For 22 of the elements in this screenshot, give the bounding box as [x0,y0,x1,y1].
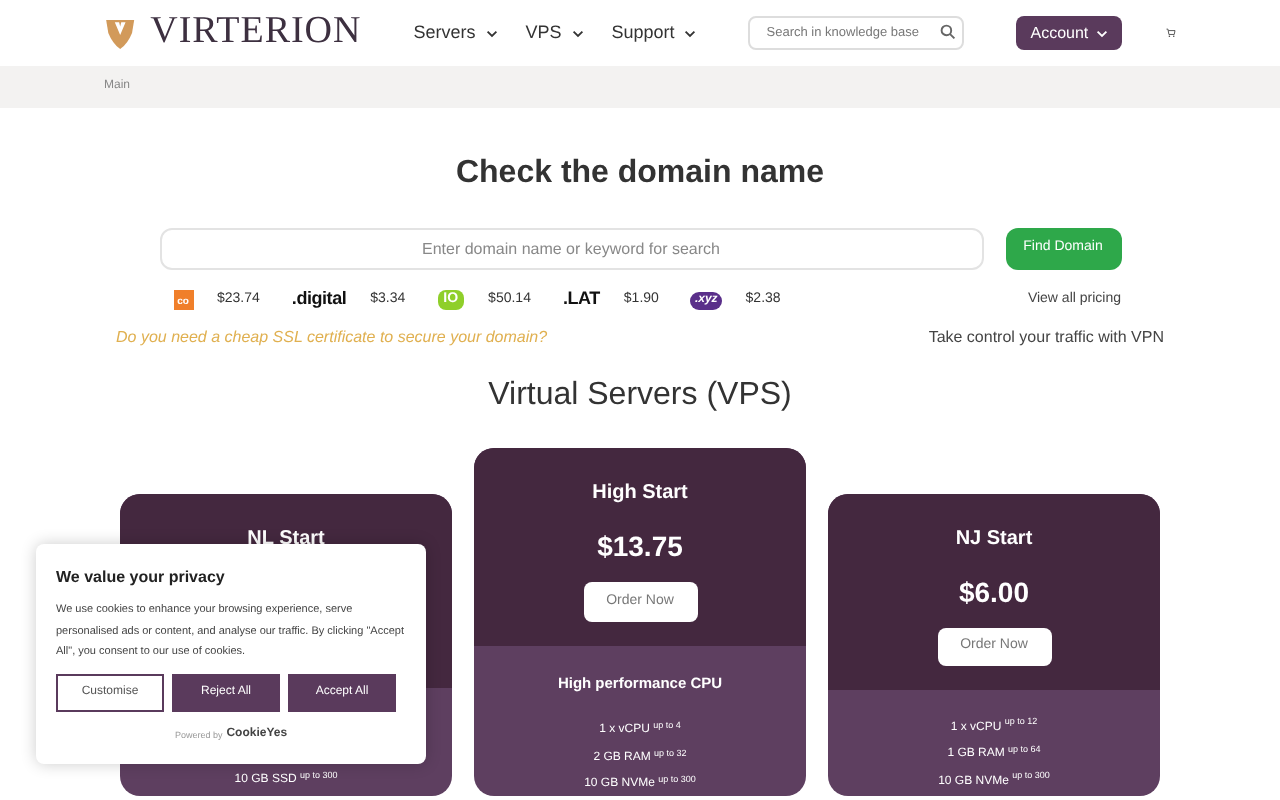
plan-name: NJ Start [955,526,1033,554]
plan-price: $13.75 [597,528,683,566]
caret-icon [485,29,498,37]
domain-search-field[interactable]: Enter domain name or keyword for search [159,228,983,270]
nav-menu[interactable]: VPS [525,19,584,47]
plan-name: NL Start [247,526,325,554]
account-button[interactable]: Account [1016,16,1123,50]
nav-menu[interactable]: Support [611,19,697,47]
nav-menu[interactable]: Servers [413,19,498,47]
tld-logo: .LAT [562,286,600,313]
search-icon[interactable] [940,24,957,40]
caret-icon [684,29,697,37]
banner-title: We value your privacy [56,566,227,590]
plan-name: High Start [592,480,688,508]
vpn-link[interactable]: Take control your traffic with VPN [928,326,1164,350]
tld-logo: .digital [291,286,347,313]
caret-icon [571,29,584,37]
brand-name: VIRTERION [150,8,362,57]
section-title: Check the domain name [455,154,825,194]
section-title: Virtual Servers (VPS) [488,376,792,416]
plan-price: $6.00 [958,574,1030,612]
caret-icon [1096,29,1109,37]
